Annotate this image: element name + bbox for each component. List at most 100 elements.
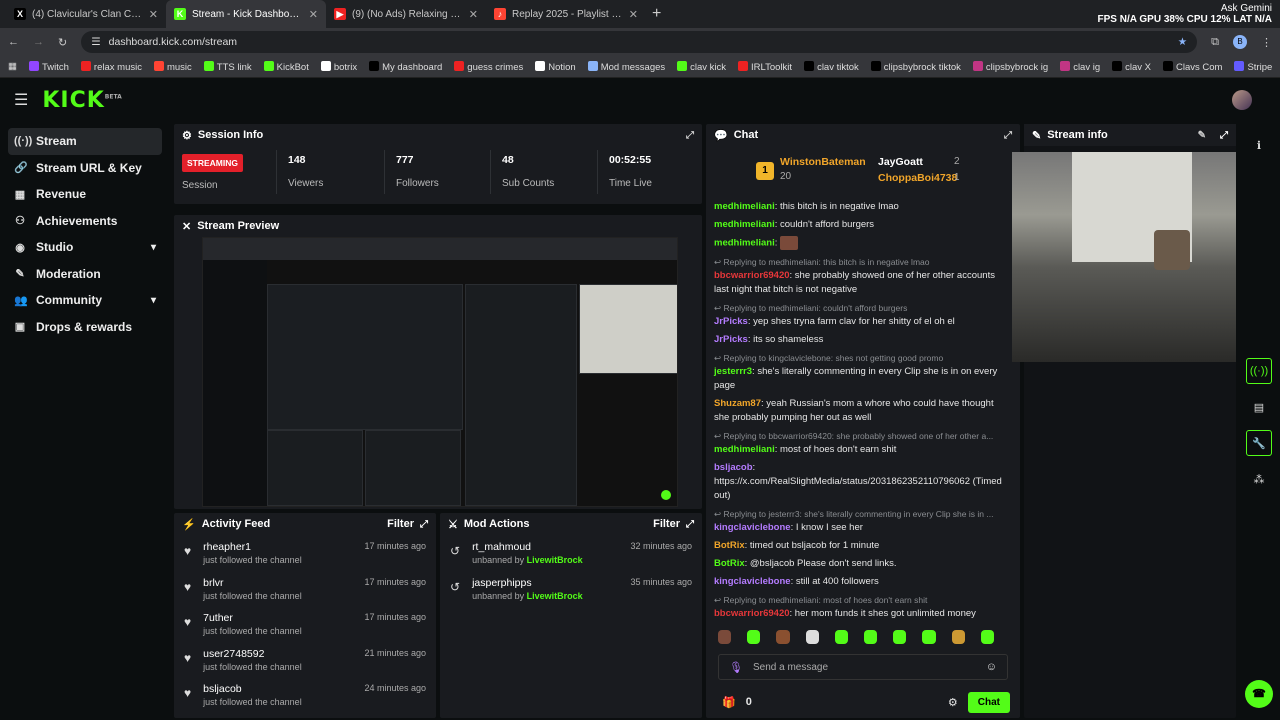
new-tab-button[interactable]: + bbox=[652, 5, 661, 23]
back-icon[interactable]: ← bbox=[8, 36, 19, 48]
expand-icon[interactable]: ⤢ bbox=[420, 519, 428, 530]
chat-username[interactable]: JrPicks bbox=[714, 316, 748, 327]
info-icon[interactable]: ℹ bbox=[1246, 132, 1272, 158]
bookmark-item[interactable]: clipsbybrock ig bbox=[972, 60, 1048, 73]
browser-tab[interactable]: ♪ Replay 2025 - Playlist - Apple M ✕ bbox=[486, 0, 646, 28]
bookmark-item[interactable]: clav X bbox=[1112, 60, 1151, 73]
leader-3-name[interactable]: ChoppaBoi4738 bbox=[878, 172, 957, 184]
chevron-down-icon[interactable]: ▾ bbox=[151, 295, 156, 306]
emote[interactable] bbox=[864, 630, 878, 644]
hamburger-icon[interactable]: ☰ bbox=[14, 90, 28, 110]
bookmark-item[interactable]: My dashboard bbox=[369, 60, 442, 73]
emote[interactable] bbox=[951, 630, 965, 644]
sidebar-item-stream-url-key[interactable]: 🔗 Stream URL & Key bbox=[8, 155, 162, 182]
user-avatar[interactable] bbox=[1232, 90, 1252, 110]
url-field[interactable]: ☰ dashboard.kick.com/stream ★ bbox=[81, 31, 1198, 53]
follower-name[interactable]: bsljacob bbox=[203, 683, 302, 695]
emote[interactable] bbox=[893, 630, 907, 644]
chat-username[interactable]: kingclaviclebone bbox=[714, 522, 791, 533]
mod-filter-button[interactable]: Filter bbox=[653, 518, 680, 530]
settings-icon[interactable]: ⚙ bbox=[948, 696, 958, 709]
bookmark-item[interactable]: Notion bbox=[535, 60, 576, 73]
chat-username[interactable]: bbcwarrior69420 bbox=[714, 608, 790, 619]
follower-name[interactable]: rheapher1 bbox=[203, 541, 302, 553]
sidebar-item-moderation[interactable]: ✎ Moderation bbox=[8, 261, 162, 288]
bookmark-item[interactable]: clav ig bbox=[1060, 60, 1100, 73]
chat-username[interactable]: Shuzam87 bbox=[714, 398, 761, 409]
sidebar-item-community[interactable]: 👥 Community ▾ bbox=[8, 287, 162, 314]
preview-video[interactable] bbox=[202, 237, 678, 507]
bookmark-item[interactable]: TTS link bbox=[203, 60, 252, 73]
send-chat-button[interactable]: Chat bbox=[967, 691, 1010, 713]
bookmark-item[interactable]: IRLToolkit bbox=[738, 60, 792, 73]
chat-username[interactable]: medhimeliani bbox=[714, 238, 775, 249]
chat-username[interactable]: bsljacob bbox=[714, 462, 753, 473]
close-tab-icon[interactable]: ✕ bbox=[309, 8, 318, 21]
follower-name[interactable]: user2748592 bbox=[203, 648, 302, 660]
emote[interactable] bbox=[805, 630, 819, 644]
forward-icon[interactable]: → bbox=[33, 36, 44, 48]
chat-username[interactable]: bbcwarrior69420 bbox=[714, 270, 790, 281]
leader-2-name[interactable]: JayGoatt bbox=[878, 156, 923, 168]
bookmark-item[interactable]: clav kick bbox=[677, 60, 726, 73]
broadcast-icon[interactable]: ((·)) bbox=[1246, 358, 1272, 384]
bookmark-item[interactable]: Twitch bbox=[28, 60, 69, 73]
expand-icon[interactable]: ⤢ bbox=[686, 519, 694, 530]
bookmark-item[interactable]: music bbox=[153, 60, 192, 73]
extensions-icon[interactable]: ⧉ bbox=[1211, 36, 1219, 49]
activity-filter-button[interactable]: Filter bbox=[387, 518, 414, 530]
mic-icon[interactable]: 🎙 bbox=[729, 661, 743, 674]
emoji-icon[interactable]: ☺ bbox=[986, 661, 997, 673]
sidebar-item-revenue[interactable]: ▦ Revenue bbox=[8, 181, 162, 208]
emote[interactable] bbox=[980, 630, 995, 644]
chat-username[interactable]: kingclaviclebone bbox=[714, 576, 791, 587]
sidebar-item-drops-rewards[interactable]: ▣ Drops & rewards bbox=[8, 314, 162, 341]
apps-icon[interactable]: ▦ bbox=[8, 61, 17, 72]
share-icon[interactable]: ⁂ bbox=[1246, 466, 1272, 492]
points-icon[interactable]: 🎁 bbox=[722, 696, 736, 709]
expand-icon[interactable]: ⤢ bbox=[686, 130, 694, 141]
profile-avatar[interactable]: B bbox=[1233, 35, 1247, 49]
bookmark-item[interactable]: Stripe bbox=[1234, 60, 1272, 73]
emote[interactable] bbox=[834, 630, 849, 644]
bookmark-item[interactable]: botrix bbox=[320, 60, 357, 73]
browser-tab[interactable]: X (4) Clavicular's Clan Community ✕ bbox=[6, 0, 166, 28]
star-icon[interactable]: ★ bbox=[1178, 36, 1187, 48]
bookmark-item[interactable]: Mod messages bbox=[587, 60, 665, 73]
bookmark-item[interactable]: Clavs Com bbox=[1163, 60, 1222, 73]
layout-icon[interactable]: ▤ bbox=[1246, 394, 1272, 420]
reload-icon[interactable]: ↻ bbox=[58, 36, 67, 49]
ask-gemini[interactable]: Ask Gemini bbox=[1098, 3, 1272, 14]
bookmark-item[interactable]: KickBot bbox=[263, 60, 309, 73]
follower-name[interactable]: 7uther bbox=[203, 612, 302, 624]
chat-username[interactable]: medhimeliani bbox=[714, 219, 775, 230]
sidebar-item-studio[interactable]: ◉ Studio ▾ bbox=[8, 234, 162, 261]
edit-icon[interactable]: ✎ bbox=[1198, 130, 1206, 141]
emote[interactable] bbox=[922, 630, 936, 644]
browser-tab[interactable]: K Stream - Kick Dashboard ✕ bbox=[166, 0, 326, 28]
leader-1-name[interactable]: WinstonBateman bbox=[780, 156, 866, 168]
chat-username[interactable]: BotRix bbox=[714, 540, 745, 551]
bookmark-item[interactable]: relax music bbox=[80, 60, 142, 73]
chat-username[interactable]: jesterrr3 bbox=[714, 366, 752, 377]
browser-tab[interactable]: ▶ (9) (No Ads) Relaxing Music For ✕ bbox=[326, 0, 486, 28]
expand-icon[interactable]: ⤢ bbox=[1004, 130, 1012, 141]
menu-icon[interactable]: ⋮ bbox=[1261, 36, 1272, 49]
mod-target-name[interactable]: rt_mahmoud bbox=[472, 541, 583, 553]
sidebar-item-achievements[interactable]: ⚇ Achievements bbox=[8, 208, 162, 235]
close-tab-icon[interactable]: ✕ bbox=[629, 8, 638, 21]
chat-username[interactable]: BotRix bbox=[714, 558, 745, 569]
chat-username[interactable]: medhimeliani bbox=[714, 444, 775, 455]
close-tab-icon[interactable]: ✕ bbox=[149, 8, 158, 21]
follower-name[interactable]: brlvr bbox=[203, 577, 302, 589]
kick-logo[interactable]: KICKBETA bbox=[42, 88, 121, 113]
close-tab-icon[interactable]: ✕ bbox=[469, 8, 478, 21]
chat-username[interactable]: JrPicks bbox=[714, 334, 748, 345]
emote[interactable] bbox=[718, 630, 732, 644]
wrench-icon[interactable]: 🔧 bbox=[1246, 430, 1272, 456]
emote[interactable] bbox=[776, 630, 790, 644]
chat-username[interactable]: medhimeliani bbox=[714, 201, 775, 212]
emote[interactable] bbox=[747, 630, 761, 644]
chevron-down-icon[interactable]: ▾ bbox=[151, 242, 156, 253]
message-input[interactable]: 🎙 Send a message ☺ bbox=[718, 654, 1008, 680]
